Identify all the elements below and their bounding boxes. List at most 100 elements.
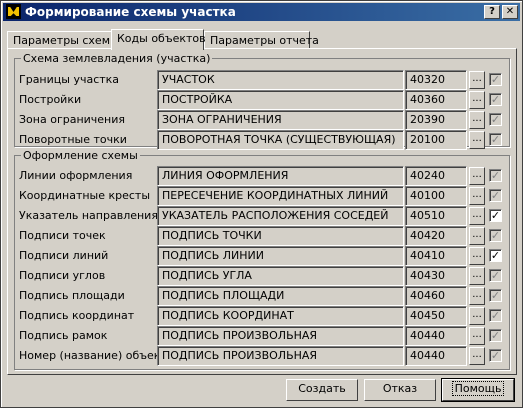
browse-button[interactable]: ... bbox=[469, 187, 485, 205]
object-code-field[interactable]: 20100 bbox=[405, 130, 467, 150]
close-button[interactable]: ✕ bbox=[502, 5, 518, 19]
browse-button[interactable]: ... bbox=[469, 91, 485, 109]
browse-button[interactable]: ... bbox=[469, 247, 485, 265]
object-name-field[interactable]: ПОВОРОТНАЯ ТОЧКА (СУЩЕСТВУЮЩАЯ) bbox=[157, 130, 404, 150]
object-code-field[interactable]: 40440 bbox=[405, 346, 467, 366]
object-label: Подпись рамок bbox=[19, 329, 108, 342]
create-button[interactable]: Создать bbox=[286, 379, 358, 401]
object-row: Подписи точек ПОДПИСЬ ТОЧКИ 40420... ✓ bbox=[19, 226, 507, 246]
include-checkbox: ✓ bbox=[489, 113, 502, 126]
tab-scheme-params[interactable]: Параметры схемы bbox=[7, 31, 119, 49]
browse-button[interactable]: ... bbox=[469, 227, 485, 245]
object-label: Подписи точек bbox=[19, 229, 106, 242]
object-row: Зона ограничения ЗОНА ОГРАНИЧЕНИЯ 20390...… bbox=[19, 110, 507, 130]
include-checkbox: ✓ bbox=[489, 309, 502, 322]
object-label: Границы участка bbox=[19, 73, 120, 86]
object-name-field[interactable]: ПОДПИСЬ ЛИНИИ bbox=[157, 246, 404, 266]
object-name-field[interactable]: ПОДПИСЬ УГЛА bbox=[157, 266, 404, 286]
browse-button[interactable]: ... bbox=[469, 267, 485, 285]
object-label: Координатные кресты bbox=[19, 189, 151, 202]
include-checkbox: ✓ bbox=[489, 329, 502, 342]
include-checkbox[interactable]: ✓ bbox=[489, 209, 502, 222]
object-label: Указатель направления bbox=[19, 209, 158, 222]
browse-button[interactable]: ... bbox=[469, 347, 485, 365]
object-label: Поворотные точки bbox=[19, 133, 127, 146]
group-land-scheme-legend: Схема землевладения (участка) bbox=[23, 52, 211, 65]
tab-panel: Схема землевладения (участка) Границы уч… bbox=[7, 48, 517, 375]
object-name-field[interactable]: ПЕРЕСЕЧЕНИЕ КООРДИНАТНЫХ ЛИНИЙ bbox=[157, 186, 404, 206]
cancel-button[interactable]: Отказ bbox=[364, 379, 436, 401]
include-checkbox: ✓ bbox=[489, 269, 502, 282]
object-name-field[interactable]: ПОДПИСЬ ПРОИЗВОЛЬНАЯ bbox=[157, 326, 404, 346]
browse-button[interactable]: ... bbox=[469, 307, 485, 325]
object-code-field[interactable]: 40240 bbox=[405, 166, 467, 186]
object-code-field[interactable]: 20390 bbox=[405, 110, 467, 130]
include-checkbox: ✓ bbox=[489, 229, 502, 242]
include-checkbox: ✓ bbox=[489, 73, 502, 86]
group-scheme-design: Оформление схемы Линии оформления ЛИНИЯ О… bbox=[14, 150, 510, 370]
object-name-field[interactable]: ЗОНА ОГРАНИЧЕНИЯ bbox=[157, 110, 404, 130]
object-code-field[interactable]: 40460 bbox=[405, 286, 467, 306]
object-label: Подпись координат bbox=[19, 309, 135, 322]
object-label: Номер (название) объекта bbox=[19, 349, 174, 362]
include-checkbox: ✓ bbox=[489, 189, 502, 202]
title-bar: Формирование схемы участка ? ✕ bbox=[3, 3, 520, 21]
browse-button[interactable]: ... bbox=[469, 327, 485, 345]
app-logo-icon bbox=[6, 4, 21, 19]
help-button[interactable]: Помощь bbox=[441, 378, 515, 402]
object-label: Постройки bbox=[19, 93, 82, 106]
object-name-field[interactable]: УКАЗАТЕЛЬ РАСПОЛОЖЕНИЯ СОСЕДЕЙ bbox=[157, 206, 404, 226]
object-code-field[interactable]: 40100 bbox=[405, 186, 467, 206]
window-title: Формирование схемы участка bbox=[25, 5, 236, 19]
object-code-field[interactable]: 40420 bbox=[405, 226, 467, 246]
object-row: Номер (название) объекта ПОДПИСЬ ПРОИЗВОЛ… bbox=[19, 346, 507, 366]
object-label: Подписи углов bbox=[19, 269, 106, 282]
include-checkbox: ✓ bbox=[489, 289, 502, 302]
include-checkbox: ✓ bbox=[489, 133, 502, 146]
browse-button[interactable]: ... bbox=[469, 207, 485, 225]
include-checkbox: ✓ bbox=[489, 169, 502, 182]
object-name-field[interactable]: ПОДПИСЬ ПРОИЗВОЛЬНАЯ bbox=[157, 346, 404, 366]
object-code-field[interactable]: 40430 bbox=[405, 266, 467, 286]
object-row: Подпись площади ПОДПИСЬ ПЛОЩАДИ 40460... ✓ bbox=[19, 286, 507, 306]
object-row: Подпись координат ПОДПИСЬ КООРДИНАТ 40450.… bbox=[19, 306, 507, 326]
object-name-field[interactable]: УЧАСТОК bbox=[157, 70, 404, 90]
object-label: Подписи линий bbox=[19, 249, 109, 262]
object-code-field[interactable]: 40440 bbox=[405, 326, 467, 346]
object-label: Линии оформления bbox=[19, 169, 133, 182]
object-code-field[interactable]: 40320 bbox=[405, 70, 467, 90]
tab-object-codes[interactable]: Коды объектов bbox=[111, 29, 206, 50]
object-code-field[interactable]: 40360 bbox=[405, 90, 467, 110]
group-scheme-design-legend: Оформление схемы bbox=[23, 149, 138, 162]
group-land-scheme: Схема землевладения (участка) Границы уч… bbox=[14, 52, 510, 150]
browse-button[interactable]: ... bbox=[469, 111, 485, 129]
object-row: Указатель направления УКАЗАТЕЛЬ РАСПОЛОЖЕ… bbox=[19, 206, 507, 226]
browse-button[interactable]: ... bbox=[469, 287, 485, 305]
object-row: Подписи линий ПОДПИСЬ ЛИНИИ 40410... ✓ bbox=[19, 246, 507, 266]
object-name-field[interactable]: ПОДПИСЬ ПЛОЩАДИ bbox=[157, 286, 404, 306]
object-row: Подпись рамок ПОДПИСЬ ПРОИЗВОЛЬНАЯ 40440..… bbox=[19, 326, 507, 346]
object-name-field[interactable]: ПОДПИСЬ КООРДИНАТ bbox=[157, 306, 404, 326]
tab-report-params[interactable]: Параметры отчета bbox=[204, 31, 319, 49]
include-checkbox: ✓ bbox=[489, 349, 502, 362]
include-checkbox[interactable]: ✓ bbox=[489, 249, 502, 262]
object-code-field[interactable]: 40450 bbox=[405, 306, 467, 326]
object-name-field[interactable]: ЛИНИЯ ОФОРМЛЕНИЯ bbox=[157, 166, 404, 186]
object-name-field[interactable]: ПОДПИСЬ ТОЧКИ bbox=[157, 226, 404, 246]
help-button-label: Помощь bbox=[451, 381, 505, 396]
object-row: Координатные кресты ПЕРЕСЕЧЕНИЕ КООРДИНАТ… bbox=[19, 186, 507, 206]
help-title-button[interactable]: ? bbox=[484, 5, 500, 19]
object-label: Зона ограничения bbox=[19, 113, 126, 126]
browse-button[interactable]: ... bbox=[469, 71, 485, 89]
object-code-field[interactable]: 40510 bbox=[405, 206, 467, 226]
close-icon: ✕ bbox=[505, 6, 515, 17]
object-row: Линии оформления ЛИНИЯ ОФОРМЛЕНИЯ 40240...… bbox=[19, 166, 507, 186]
object-code-field[interactable]: 40410 bbox=[405, 246, 467, 266]
browse-button[interactable]: ... bbox=[469, 167, 485, 185]
object-row: Постройки ПОСТРОЙКА 40360... ✓ bbox=[19, 90, 507, 110]
browse-button[interactable]: ... bbox=[469, 131, 485, 149]
object-row: Границы участка УЧАСТОК 40320... ✓ bbox=[19, 70, 507, 90]
object-name-field[interactable]: ПОСТРОЙКА bbox=[157, 90, 404, 110]
dialog-window: Формирование схемы участка ? ✕ Параметры… bbox=[0, 0, 523, 408]
object-row: Поворотные точки ПОВОРОТНАЯ ТОЧКА (СУЩЕСТ… bbox=[19, 130, 507, 150]
